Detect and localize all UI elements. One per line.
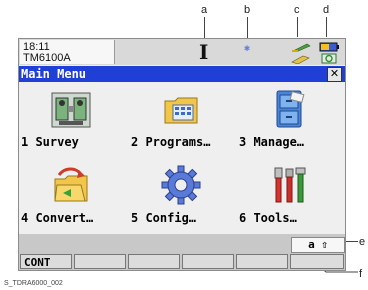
menu-item-label: 3 Manage… [239, 135, 305, 149]
function-key-5[interactable] [236, 254, 288, 269]
battery-icon [319, 42, 339, 52]
bluetooth-icon: ✱ [244, 43, 251, 54]
callout-d: d [323, 4, 330, 16]
menu-item-config[interactable]: 5 Config… [129, 165, 233, 231]
cursor-icon: I [199, 40, 209, 64]
memory-card-icon [291, 55, 310, 64]
power-icon [321, 53, 337, 64]
cont-button[interactable]: CONT [20, 254, 72, 269]
callout-line-c [297, 17, 298, 37]
function-key-3[interactable] [128, 254, 180, 269]
instrument-name: TM6100A [23, 52, 71, 64]
figure-caption: S_TDRA6000_002 [4, 280, 63, 287]
page-title: Main Menu [21, 67, 87, 81]
menu-item-label: 5 Config… [131, 211, 197, 225]
callout-e: e [359, 236, 366, 248]
function-key-2[interactable] [74, 254, 126, 269]
menu-item-label: 4 Convert… [21, 211, 94, 225]
convert-folder-icon [54, 167, 88, 202]
pen-icon [292, 43, 311, 52]
close-button[interactable]: ✕ [327, 67, 342, 82]
callout-line-d [326, 17, 327, 37]
status-bar: 18:11 TM6100A I ✱ [19, 39, 345, 65]
tools-icon [274, 167, 306, 203]
config-gear-icon [161, 165, 201, 205]
menu-item-convert[interactable]: 4 Convert… [19, 165, 123, 231]
menu-item-label: 1 Survey [21, 135, 79, 149]
menu-item-programs[interactable]: 2 Programs… [129, 89, 233, 155]
manage-cabinet-icon [276, 90, 305, 128]
menu-item-survey[interactable]: 1 Survey [19, 89, 123, 155]
menu-item-manage[interactable]: 3 Manage… [237, 89, 341, 155]
callout-a: a [201, 4, 208, 16]
title-bar: Main Menu ✕ [19, 66, 345, 82]
function-key-4[interactable] [182, 254, 234, 269]
function-key-6[interactable] [290, 254, 344, 269]
device-screen: 18:11 TM6100A I ✱ Main Menu ✕ 1 Survey 2… [18, 38, 346, 271]
menu-item-label: 6 Tools… [239, 211, 297, 225]
input-mode-indicator: a ⇧ [291, 237, 345, 253]
callout-line-e [344, 241, 358, 242]
menu-item-label: 2 Programs… [131, 135, 211, 149]
survey-instrument-icon [51, 92, 91, 128]
menu-item-tools[interactable]: 6 Tools… [237, 165, 341, 231]
callout-b: b [244, 4, 251, 16]
time-instrument-box: 18:11 TM6100A [20, 40, 115, 64]
callout-c: c [294, 4, 300, 16]
programs-folder-icon [164, 97, 198, 124]
bottom-bar: a ⇧ CONT [19, 234, 345, 270]
